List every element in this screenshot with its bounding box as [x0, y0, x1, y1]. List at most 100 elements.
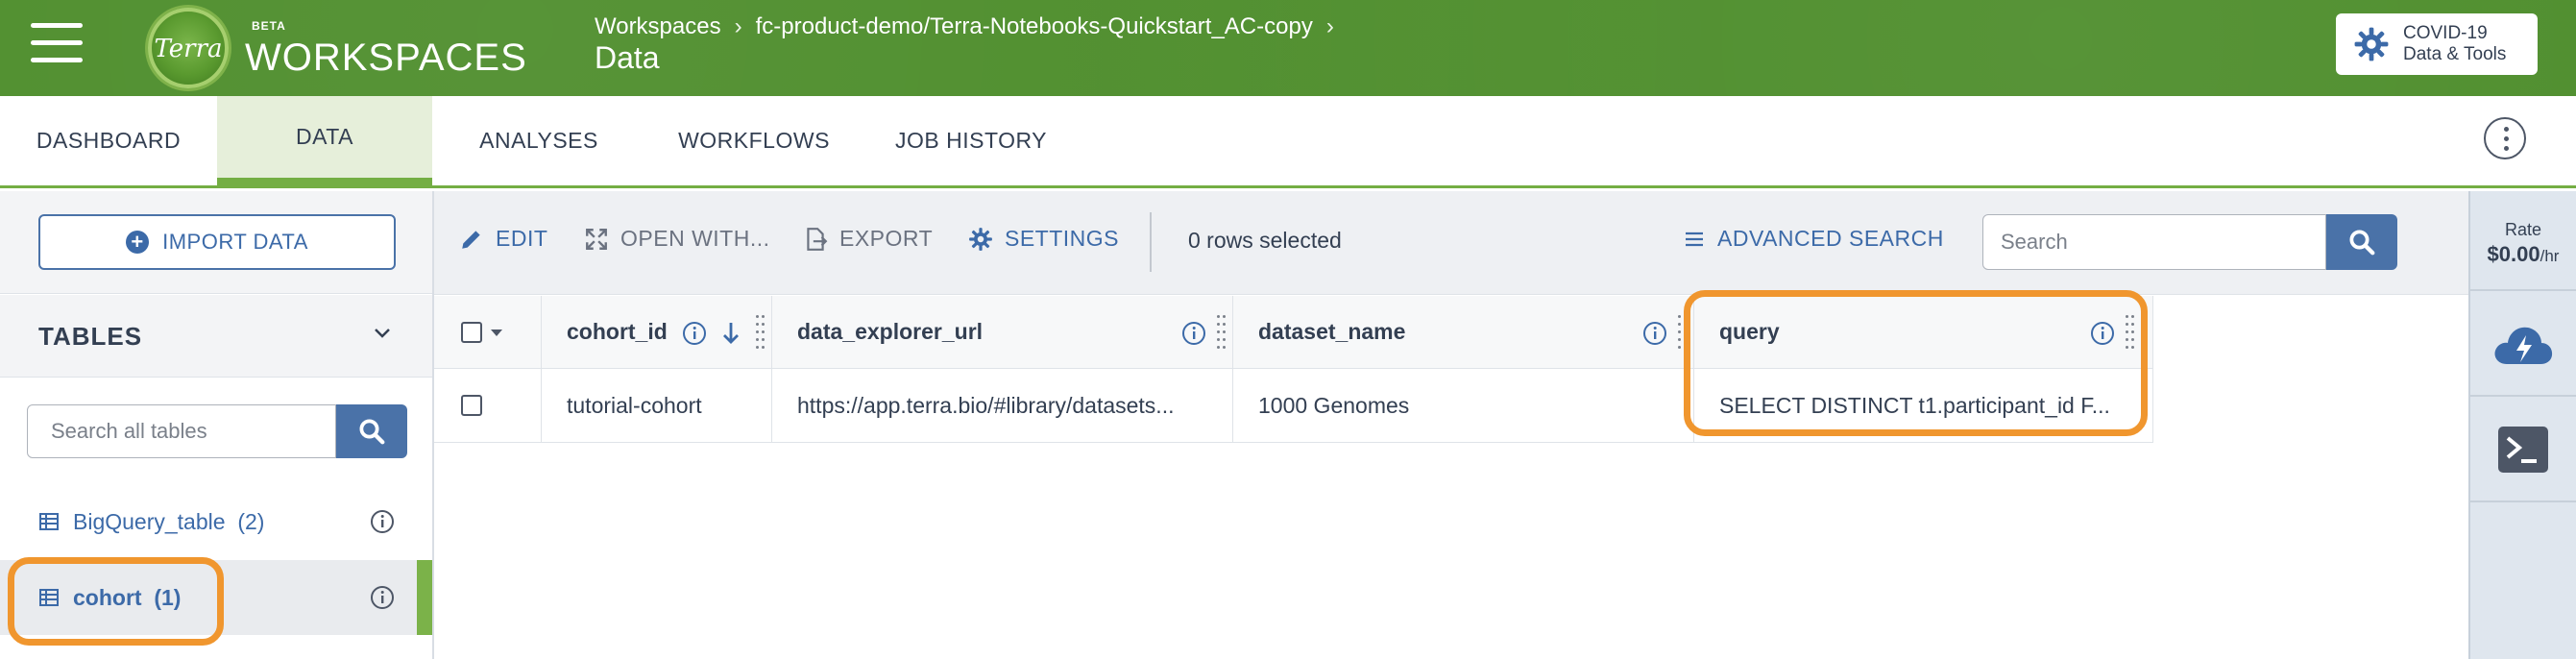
column-header-label: query: [1719, 319, 1780, 344]
column-header-dataset-name[interactable]: dataset_name: [1233, 296, 1694, 368]
edit-button[interactable]: EDIT: [459, 226, 547, 252]
table-icon: [39, 513, 59, 530]
column-header-label: dataset_name: [1258, 319, 1406, 344]
tables-section-header[interactable]: TABLES: [0, 295, 432, 378]
column-header-label: data_explorer_url: [797, 319, 984, 344]
tables-sidebar: + IMPORT DATA TABLES BigQu: [0, 191, 434, 659]
column-header-cohort-id[interactable]: cohort_id: [542, 296, 772, 368]
info-icon[interactable]: [1181, 321, 1206, 346]
workspace-tabs: DASHBOARD DATA ANALYSES WORKFLOWS JOB HI…: [0, 96, 2576, 188]
covid-button-text: COVID-19 Data & Tools: [2403, 23, 2506, 65]
breadcrumb-workspaces[interactable]: Workspaces: [595, 13, 721, 40]
table-search-button[interactable]: [336, 404, 407, 458]
covid-line2: Data & Tools: [2403, 44, 2507, 64]
app-title[interactable]: WORKSPACES: [245, 37, 527, 80]
column-header-query[interactable]: query: [1694, 296, 2153, 368]
table-row: tutorial-cohort https://app.terra.bio/#l…: [434, 369, 2153, 443]
rate-value: $0.00/hr: [2487, 242, 2560, 266]
tab-job-history[interactable]: JOB HISTORY: [863, 96, 1080, 185]
app-header: Terra BETA WORKSPACES Workspaces › fc-pr…: [0, 0, 2576, 96]
table-item-label: BigQuery_table (2): [73, 508, 265, 534]
list-icon: [1686, 232, 1703, 246]
column-resize-handle[interactable]: [755, 311, 766, 354]
workspace-menu-icon[interactable]: [2484, 117, 2526, 159]
terra-logo[interactable]: Terra: [148, 8, 229, 88]
gear-icon: [969, 227, 992, 251]
table-item-bigquery-table[interactable]: BigQuery_table (2): [0, 484, 432, 559]
tab-data[interactable]: DATA: [217, 96, 432, 185]
column-resize-handle[interactable]: [2125, 311, 2136, 354]
column-resize-handle[interactable]: [1677, 311, 1689, 354]
expand-arrows-icon: [586, 228, 607, 250]
tab-analyses[interactable]: ANALYSES: [432, 96, 645, 185]
import-data-label: IMPORT DATA: [162, 230, 308, 254]
cell-value: tutorial-cohort: [567, 392, 702, 418]
cell-value: 1000 Genomes: [1258, 392, 1410, 418]
cell-value: https://app.terra.bio/#library/datasets.…: [797, 392, 1175, 418]
cell-value: SELECT DISTINCT t1.participant_id F...: [1719, 392, 2110, 418]
cell-dataset-name[interactable]: 1000 Genomes: [1233, 369, 1694, 442]
export-button[interactable]: EXPORT: [803, 226, 933, 252]
page-title: Data: [595, 40, 660, 75]
chevron-down-icon: [375, 329, 390, 338]
tables-label: TABLES: [38, 322, 143, 351]
plus-circle-icon: +: [126, 231, 150, 254]
cell-data-explorer-url[interactable]: https://app.terra.bio/#library/datasets.…: [772, 369, 1233, 442]
search-icon: [2349, 230, 2375, 256]
beta-label: BETA: [252, 19, 286, 33]
hamburger-menu-icon[interactable]: [31, 23, 83, 67]
select-all-checkbox[interactable]: [461, 321, 482, 343]
data-search: [1982, 214, 2397, 270]
terminal-button[interactable]: [2470, 399, 2576, 502]
cell-cohort-id[interactable]: tutorial-cohort: [542, 369, 772, 442]
open-with-button[interactable]: OPEN WITH...: [584, 226, 770, 252]
export-label: EXPORT: [839, 226, 934, 251]
settings-button[interactable]: SETTINGS: [968, 226, 1119, 252]
info-icon[interactable]: [682, 321, 707, 346]
tab-dashboard[interactable]: DASHBOARD: [0, 96, 217, 185]
table-item-label: cohort (1): [73, 584, 182, 610]
data-search-button[interactable]: [2326, 214, 2397, 270]
right-rail: Rate $0.00/hr: [2468, 191, 2576, 659]
cloud-lightning-icon: [2494, 327, 2553, 364]
info-icon[interactable]: [1642, 321, 1667, 346]
cloud-environment-button[interactable]: [2470, 293, 2576, 397]
tab-workflows[interactable]: WORKFLOWS: [645, 96, 863, 185]
info-icon[interactable]: [370, 509, 395, 534]
export-icon: [807, 227, 828, 251]
sort-arrow-down-icon[interactable]: [720, 321, 741, 346]
import-data-button[interactable]: + IMPORT DATA: [38, 214, 396, 270]
rate-label: Rate: [2504, 220, 2542, 239]
data-table: cohort_id data_explorer_url dataset_name…: [434, 296, 2468, 659]
info-icon[interactable]: [2090, 321, 2115, 346]
table-icon: [39, 589, 59, 606]
cell-query[interactable]: SELECT DISTINCT t1.participant_id F...: [1694, 369, 2153, 442]
data-search-input[interactable]: [1982, 214, 2326, 270]
table-search: [27, 404, 407, 458]
table-item-cohort[interactable]: cohort (1): [0, 560, 432, 635]
breadcrumb-workspace-name[interactable]: fc-product-demo/Terra-Notebooks-Quicksta…: [756, 13, 1313, 40]
column-resize-handle[interactable]: [1216, 311, 1227, 354]
data-toolbar: EDIT OPEN WITH... EXPORT SETTINGS 0 rows…: [434, 191, 2468, 295]
row-checkbox[interactable]: [461, 395, 482, 416]
covid-line1: COVID-19: [2403, 23, 2488, 43]
info-icon[interactable]: [370, 585, 395, 610]
select-all-cell: [434, 296, 542, 368]
column-header-data-explorer-url[interactable]: data_explorer_url: [772, 296, 1233, 368]
breadcrumb-separator: ›: [734, 13, 742, 39]
caret-down-icon[interactable]: [488, 324, 505, 341]
advanced-search-label: ADVANCED SEARCH: [1717, 226, 1944, 251]
selected-indicator: [417, 560, 432, 635]
column-header-label: cohort_id: [567, 319, 668, 344]
open-with-label: OPEN WITH...: [620, 226, 770, 251]
edit-label: EDIT: [496, 226, 548, 251]
breadcrumb-separator: ›: [1325, 13, 1334, 39]
advanced-search-button[interactable]: ADVANCED SEARCH: [1683, 226, 1944, 252]
terminal-icon: [2498, 427, 2548, 473]
table-header-row: cohort_id data_explorer_url dataset_name…: [434, 296, 2153, 369]
rows-selected-count: 0 rows selected: [1188, 228, 1342, 253]
settings-label: SETTINGS: [1005, 226, 1120, 251]
import-area: + IMPORT DATA: [0, 191, 432, 294]
table-search-input[interactable]: [27, 404, 336, 458]
covid-data-tools-button[interactable]: COVID-19 Data & Tools: [2336, 13, 2538, 75]
